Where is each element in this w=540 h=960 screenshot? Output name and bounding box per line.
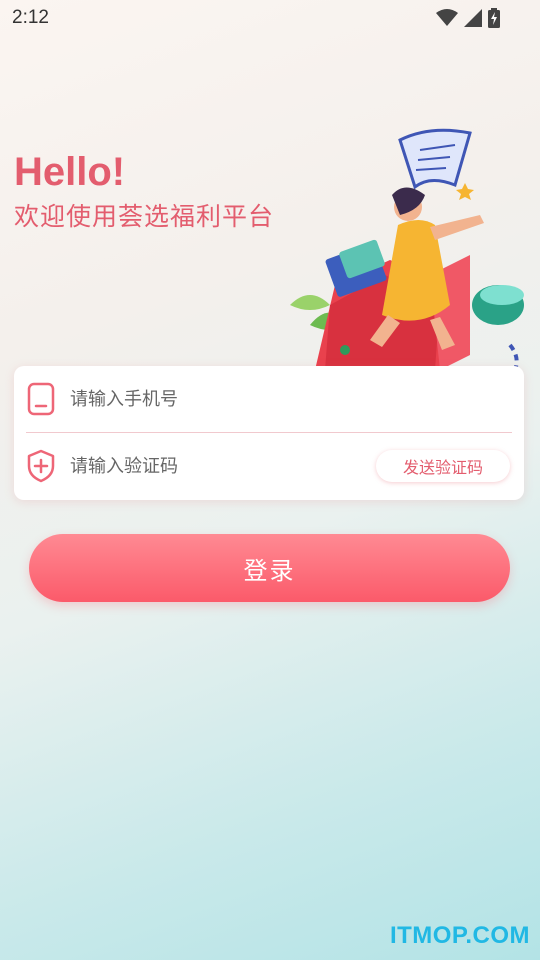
code-row: 发送验证码 — [14, 433, 524, 499]
send-code-button[interactable]: 发送验证码 — [376, 450, 510, 482]
status-bar: 2:12 — [0, 0, 540, 38]
battery-icon — [488, 8, 500, 32]
status-time: 2:12 — [12, 7, 49, 28]
phone-row — [14, 366, 524, 432]
shield-icon — [26, 449, 56, 483]
phone-icon — [26, 382, 56, 416]
verification-code-input[interactable] — [68, 445, 362, 487]
watermark-logo: ITMOP.COM — [389, 922, 530, 949]
wifi-icon — [436, 9, 458, 31]
signal-icon — [464, 9, 482, 31]
status-icons — [436, 8, 500, 32]
greeting-title: Hello! — [14, 150, 126, 194]
shopping-illustration — [270, 125, 540, 371]
phone-input[interactable] — [68, 378, 362, 420]
login-button[interactable]: 登录 — [29, 534, 510, 602]
welcome-subtitle: 欢迎使用荟选福利平台 — [14, 202, 275, 231]
login-card: 发送验证码 — [14, 366, 524, 500]
